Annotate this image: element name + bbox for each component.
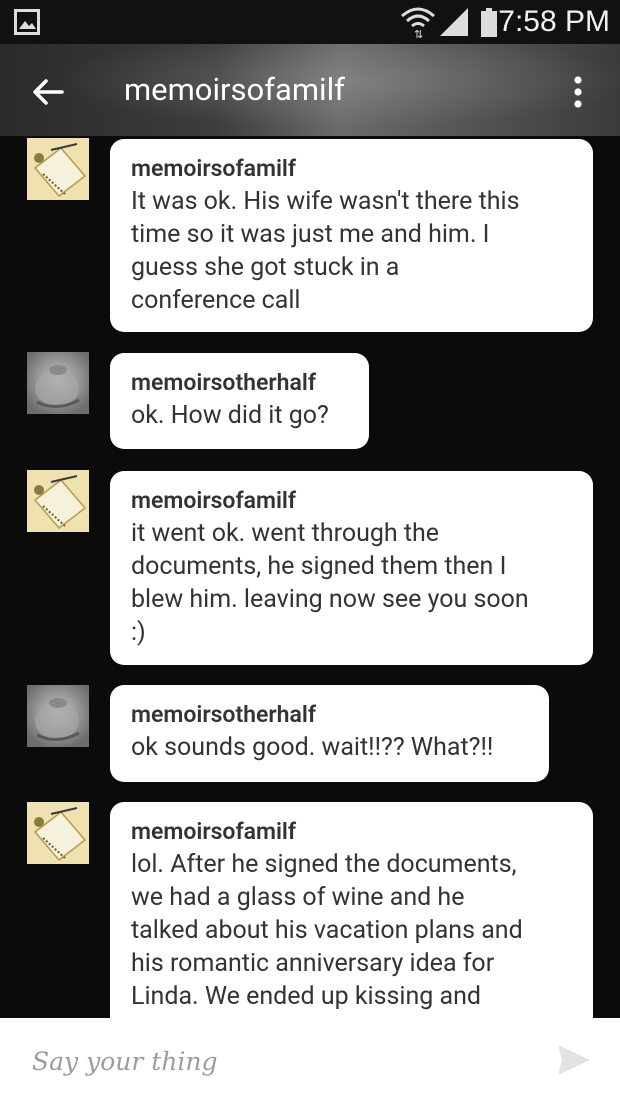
message-text: It was ok. His wife wasn't there this ti… <box>131 187 520 315</box>
signal-icon <box>440 8 468 36</box>
face-avatar-icon[interactable] <box>27 352 89 414</box>
status-icons: ⇅ <box>398 4 502 40</box>
message-text: lol. After he signed the documents, we h… <box>131 850 523 1011</box>
send-icon[interactable] <box>556 1042 592 1078</box>
app-bar: memoirsofamilf <box>0 44 620 136</box>
back-arrow-icon[interactable] <box>24 68 72 116</box>
message-text: it went ok. went through the documents, … <box>131 519 529 647</box>
message-sender: memoirsotherhalf <box>131 701 316 728</box>
message-text: ok. How did it go? <box>131 401 329 430</box>
message-list[interactable]: memoirsofamilf It was ok. His wife wasn'… <box>0 136 620 1018</box>
svg-text:⇅: ⇅ <box>414 29 423 40</box>
gallery-icon <box>14 9 40 35</box>
overflow-menu-icon[interactable] <box>562 72 594 112</box>
message-item: memoirsofamilf lol. After he signed the … <box>0 801 620 1018</box>
wifi-icon: ⇅ <box>401 7 435 40</box>
message-item: memoirsotherhalf ok sounds good. wait!!?… <box>0 684 620 782</box>
message-sender: memoirsofamilf <box>131 155 297 182</box>
status-bar: ⇅ 7:58 PM <box>0 0 620 44</box>
message-sender: memoirsofamilf <box>131 818 297 845</box>
message-sender: memoirsofamilf <box>131 487 297 514</box>
status-time: 7:58 PM <box>498 5 610 38</box>
message-sender: memoirsotherhalf <box>131 369 316 396</box>
message-bubble[interactable]: memoirsofamilf it went ok. went through … <box>110 471 593 665</box>
message-bubble[interactable]: memoirsofamilf It was ok. His wife wasn'… <box>110 139 593 332</box>
conversation-title: memoirsofamilf <box>124 71 345 108</box>
notebook-avatar-icon[interactable] <box>27 138 89 200</box>
message-input[interactable] <box>30 1040 534 1082</box>
composer-bar <box>0 1018 620 1102</box>
message-item: memoirsofamilf It was ok. His wife wasn'… <box>0 136 620 332</box>
message-bubble[interactable]: memoirsotherhalf ok sounds good. wait!!?… <box>110 685 549 782</box>
battery-icon <box>481 8 497 37</box>
message-bubble[interactable]: memoirsofamilf lol. After he signed the … <box>110 802 593 1018</box>
face-avatar-icon[interactable] <box>27 685 89 747</box>
message-text: ok sounds good. wait!!?? What?!! <box>131 733 494 762</box>
message-bubble[interactable]: memoirsotherhalf ok. How did it go? <box>110 353 369 449</box>
message-item: memoirsofamilf it went ok. went through … <box>0 470 620 666</box>
notebook-avatar-icon[interactable] <box>27 470 89 532</box>
notebook-avatar-icon[interactable] <box>27 802 89 864</box>
message-item: memoirsotherhalf ok. How did it go? <box>0 352 620 449</box>
